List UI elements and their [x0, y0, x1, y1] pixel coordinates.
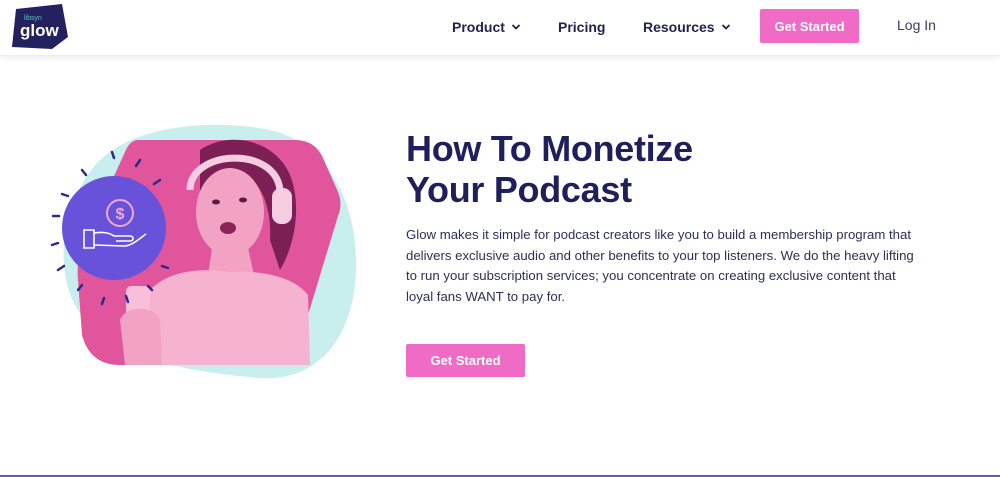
- hero-illustration: $: [50, 124, 357, 379]
- login-link[interactable]: Log In: [897, 17, 936, 33]
- hero-title-line2: Your Podcast: [406, 169, 632, 210]
- hero-title: How To Monetize Your Podcast: [406, 128, 826, 210]
- nav-resources-label: Resources: [643, 19, 715, 35]
- hero-description: Glow makes it simple for podcast creator…: [406, 227, 914, 304]
- nav-pricing[interactable]: Pricing: [558, 17, 605, 37]
- nav-product-label: Product: [452, 19, 505, 35]
- nav-product[interactable]: Product: [452, 17, 521, 37]
- hero-title-line1: How To Monetize: [406, 128, 693, 169]
- nav-resources[interactable]: Resources: [643, 17, 731, 37]
- glow-logo[interactable]: libsyn glow: [10, 3, 70, 51]
- nav-pricing-label: Pricing: [558, 19, 606, 35]
- logo-text: glow: [20, 21, 59, 40]
- hero-get-started-button[interactable]: Get Started: [406, 344, 525, 377]
- chevron-down-icon: [721, 24, 730, 30]
- chevron-down-icon: [511, 24, 521, 30]
- site-header: libsyn glow Product Pricing Resources Ge…: [0, 0, 1000, 56]
- dollar-hand-icon: $: [62, 176, 166, 280]
- header-get-started-button[interactable]: Get Started: [760, 9, 859, 43]
- svg-text:$: $: [116, 206, 125, 223]
